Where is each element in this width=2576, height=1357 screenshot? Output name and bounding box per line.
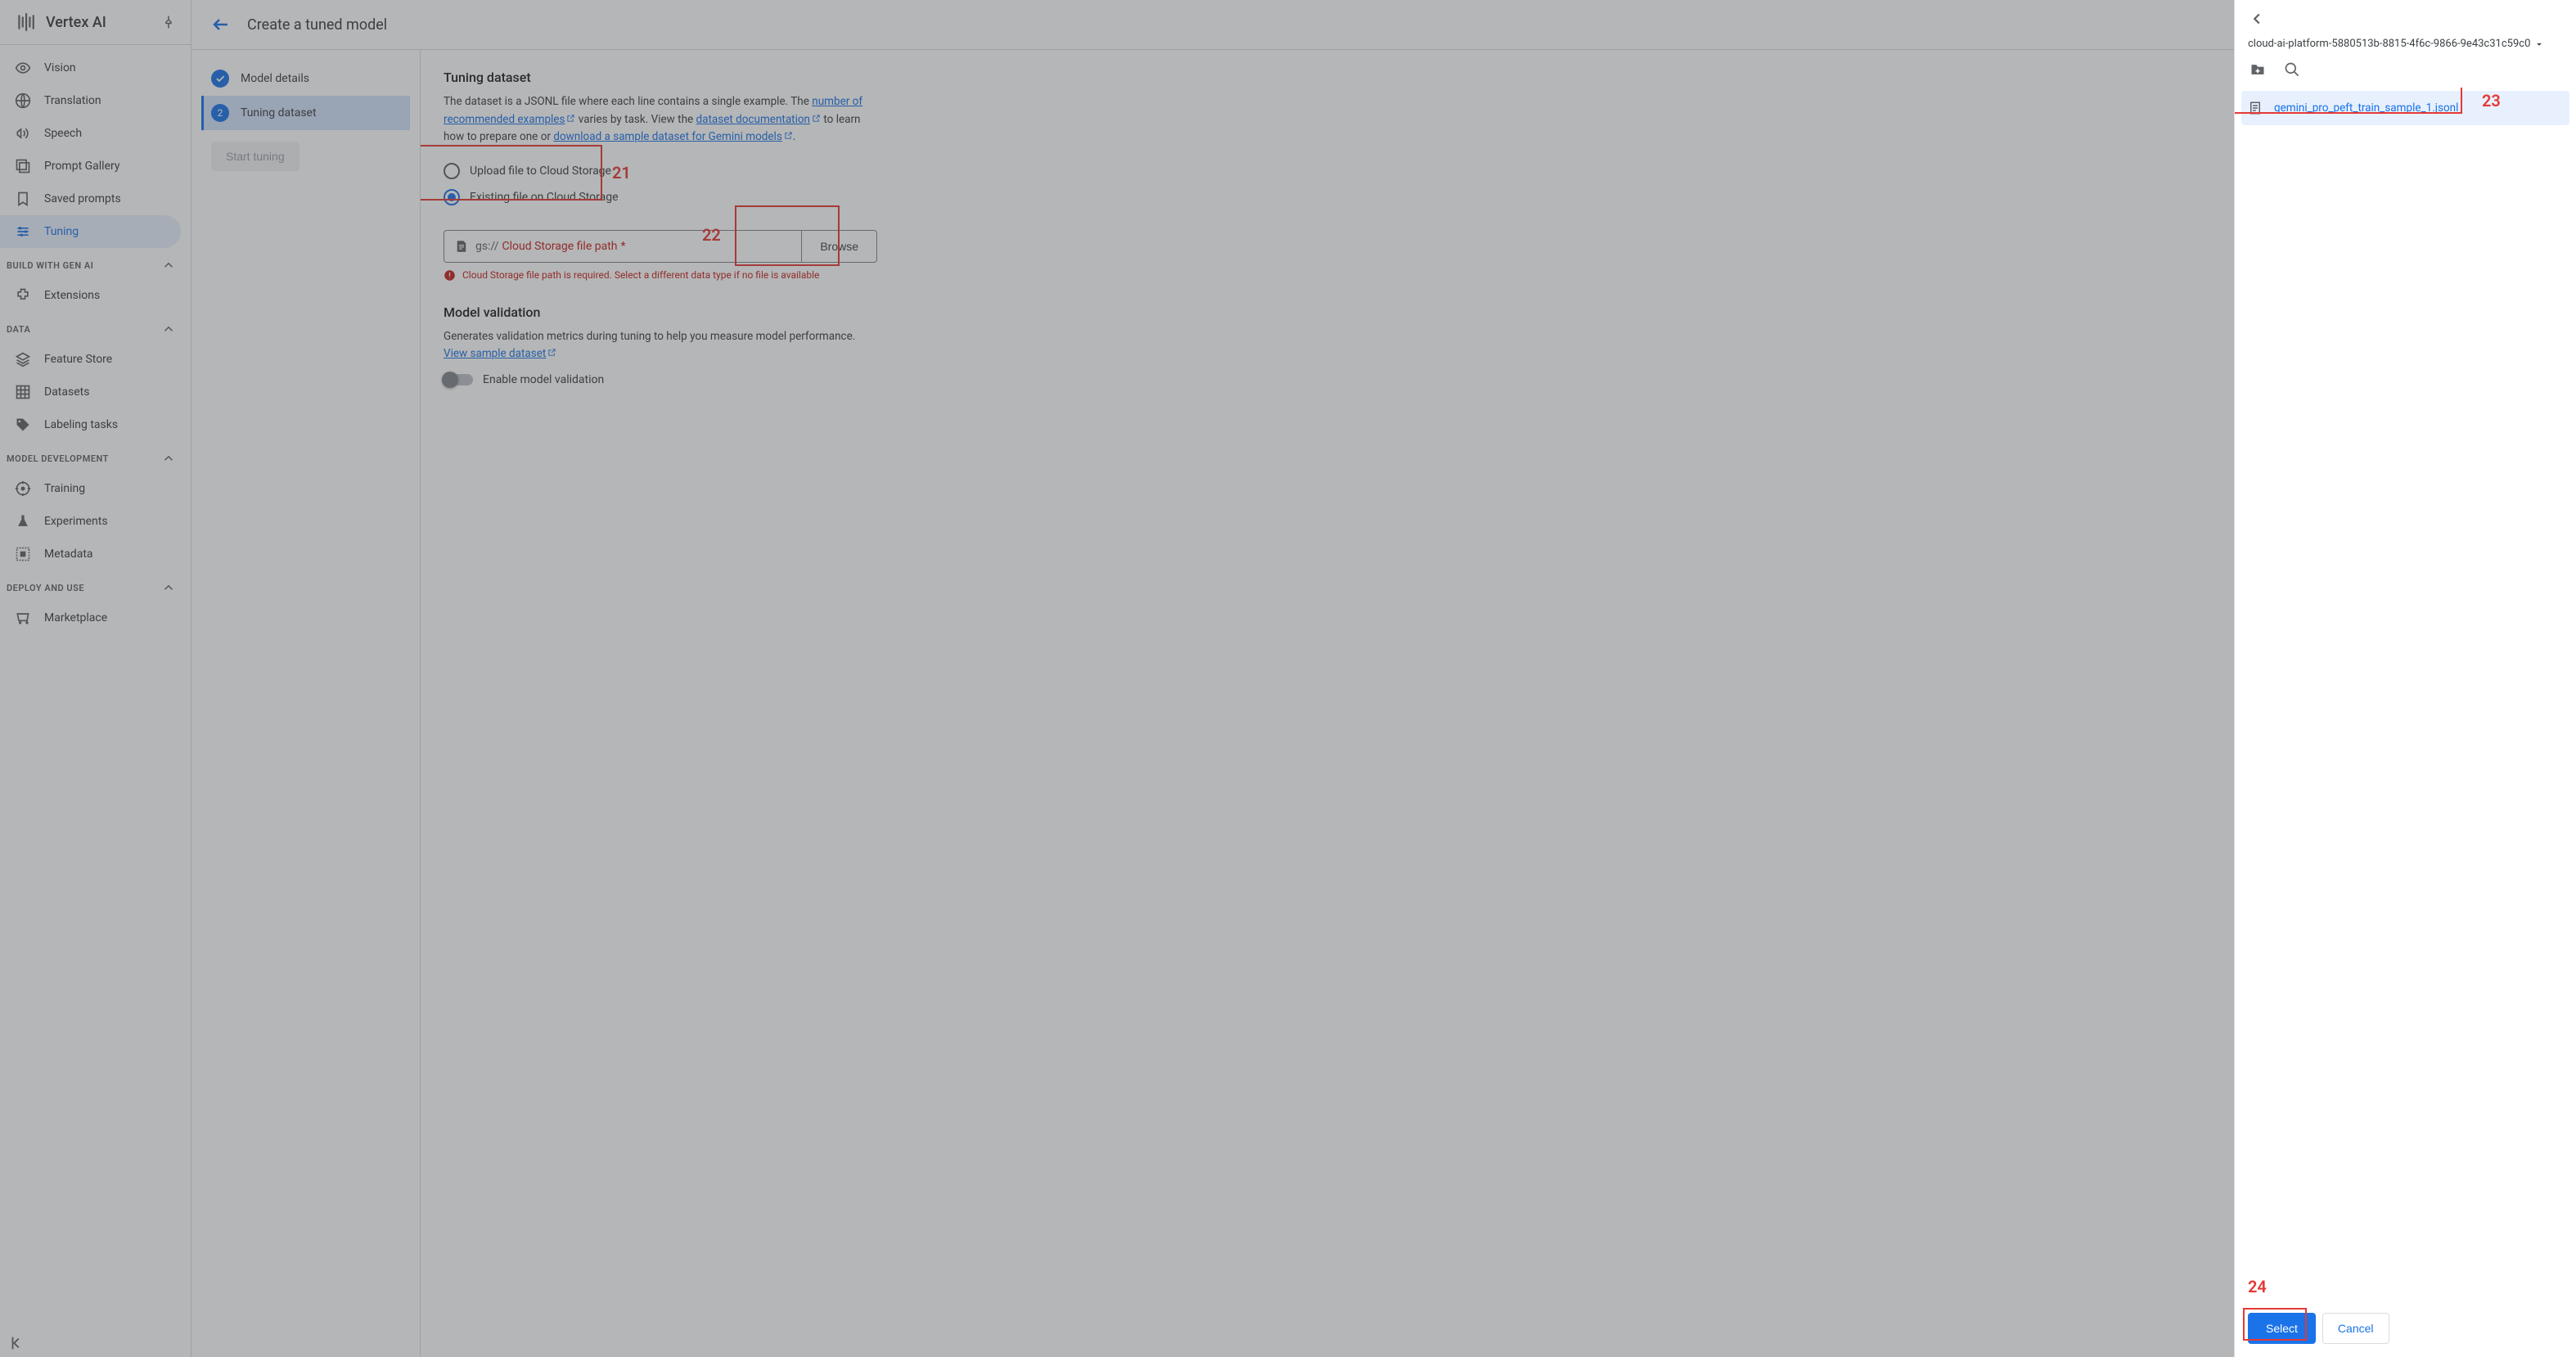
picker-select-button[interactable]: Select — [2248, 1313, 2316, 1344]
search-icon[interactable] — [2284, 61, 2300, 78]
document-icon — [2248, 101, 2263, 115]
cloud-storage-picker: cloud-ai-platform-5880513b-8815-4f6c-986… — [2234, 0, 2576, 1357]
picker-back-icon[interactable] — [2248, 10, 2266, 28]
new-folder-icon[interactable] — [2249, 61, 2266, 78]
picker-breadcrumb[interactable]: cloud-ai-platform-5880513b-8815-4f6c-986… — [2248, 38, 2563, 50]
picker-file-list: gemini_pro_peft_train_sample_1.jsonl 23 — [2235, 88, 2576, 1300]
picker-cancel-button[interactable]: Cancel — [2322, 1313, 2389, 1344]
dropdown-icon — [2533, 38, 2545, 50]
picker-footer: Select Cancel — [2235, 1300, 2576, 1357]
picker-file-item[interactable]: gemini_pro_peft_train_sample_1.jsonl — [2241, 91, 2569, 125]
modal-scrim[interactable] — [0, 0, 2234, 1357]
